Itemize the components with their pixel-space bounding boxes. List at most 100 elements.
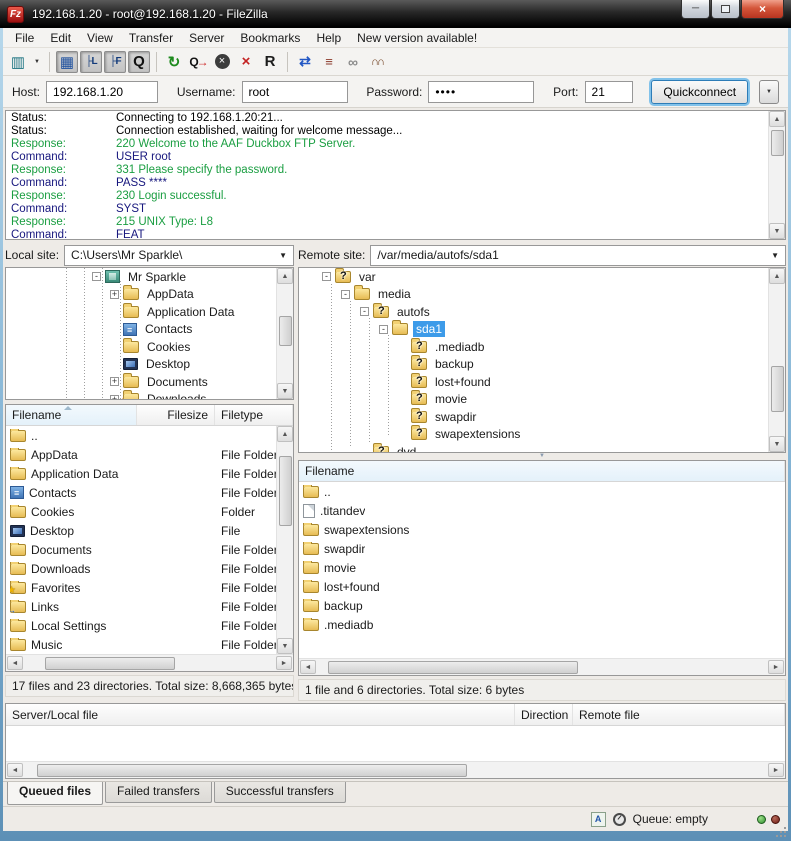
toolbar-button-refresh[interactable]: ↻ xyxy=(163,51,185,73)
scroll-right-icon[interactable]: ► xyxy=(768,660,784,674)
file-row-swapextensions[interactable]: swapextensions xyxy=(299,520,785,539)
local-tree-vscrollbar[interactable]: ▲ ▼ xyxy=(276,268,293,399)
menu-item-file[interactable]: File xyxy=(7,29,42,47)
file-row-application-data[interactable]: Application DataFile Folder xyxy=(6,464,276,483)
scroll-left-icon[interactable]: ◄ xyxy=(7,656,23,670)
file-row-documents[interactable]: DocumentsFile Folder xyxy=(6,540,276,559)
toolbar-button-disconnect[interactable]: × xyxy=(235,51,257,73)
file-row-contacts[interactable]: ContactsFile Folder xyxy=(6,483,276,502)
file-row-appdata[interactable]: AppDataFile Folder xyxy=(6,445,276,464)
file-row-local-settings[interactable]: Local SettingsFile Folder xyxy=(6,616,276,635)
toolbar-button-sync-browsing[interactable]: ∞ xyxy=(342,51,364,73)
tree-node-contacts[interactable]: Contacts xyxy=(6,321,276,339)
collapse-icon[interactable]: - xyxy=(360,307,369,316)
menu-item-view[interactable]: View xyxy=(79,29,121,47)
tree-node-backup[interactable]: backup xyxy=(299,356,768,374)
column-header-server-local-file[interactable]: Server/Local file xyxy=(6,704,515,725)
toolbar-button-site-manager[interactable]: ▥ xyxy=(7,51,29,73)
site-manager-dropdown[interactable]: ▼ xyxy=(31,51,43,73)
restore-button[interactable] xyxy=(711,0,740,19)
file-row-cookies[interactable]: CookiesFolder xyxy=(6,502,276,521)
file-row-[interactable]: .. xyxy=(6,426,276,445)
speed-limit-icon[interactable] xyxy=(613,813,626,826)
tree-node-dvd[interactable]: dvd xyxy=(299,443,768,452)
file-row-movie[interactable]: movie xyxy=(299,558,785,577)
file-row-mediadb[interactable]: .mediadb xyxy=(299,615,785,634)
tree-node-media[interactable]: -media xyxy=(299,286,768,304)
menu-item-new-version-available[interactable]: New version available! xyxy=(349,29,485,47)
host-input[interactable] xyxy=(46,81,158,103)
toolbar-button-toggle-queue[interactable]: Q xyxy=(128,51,150,73)
scrollbar-thumb[interactable] xyxy=(279,456,292,526)
scrollbar-thumb[interactable] xyxy=(37,764,467,777)
collapse-icon[interactable]: - xyxy=(379,325,388,334)
tree-node-mr-sparkle[interactable]: -Mr Sparkle xyxy=(6,268,276,286)
toolbar-button-find-files[interactable]: ∩∩ xyxy=(366,51,388,73)
file-row-music[interactable]: MusicFile Folder xyxy=(6,635,276,654)
tab-queued-files[interactable]: Queued files xyxy=(7,782,103,805)
local-list-hscrollbar[interactable]: ◄ ► xyxy=(6,654,293,671)
scroll-down-icon[interactable]: ▼ xyxy=(769,436,785,452)
file-row-downloads[interactable]: DownloadsFile Folder xyxy=(6,559,276,578)
port-input[interactable] xyxy=(585,81,633,103)
tree-node-swapdir[interactable]: swapdir xyxy=(299,408,768,426)
remote-site-combobox[interactable]: /var/media/autofs/sda1 ▼ xyxy=(370,245,786,266)
tree-node-documents[interactable]: +Documents xyxy=(6,373,276,391)
transfer-type-icon[interactable]: A xyxy=(591,812,606,827)
toolbar-button-toggle-log[interactable]: ▦ xyxy=(56,51,78,73)
menu-item-help[interactable]: Help xyxy=(308,29,349,47)
tree-node-swapextensions[interactable]: swapextensions xyxy=(299,426,768,444)
file-row-titandev[interactable]: .titandev xyxy=(299,501,785,520)
remote-tree-vscrollbar[interactable]: ▲ ▼ xyxy=(768,268,785,452)
file-row-links[interactable]: LinksFile Folder xyxy=(6,597,276,616)
column-header-filesize[interactable]: Filesize xyxy=(137,405,215,425)
remote-splitter[interactable]: ▼ xyxy=(298,453,786,460)
scrollbar-thumb[interactable] xyxy=(279,316,292,346)
column-header-direction[interactable]: Direction xyxy=(515,704,573,725)
expand-icon[interactable]: + xyxy=(110,290,119,299)
queue-hscrollbar[interactable]: ◄ ► xyxy=(6,761,785,778)
tab-successful-transfers[interactable]: Successful transfers xyxy=(214,782,346,803)
tree-node-appdata[interactable]: +AppData xyxy=(6,286,276,304)
collapse-icon[interactable]: - xyxy=(322,272,331,281)
expand-icon[interactable]: + xyxy=(110,395,119,399)
local-list-vscrollbar[interactable]: ▲ ▼ xyxy=(276,426,293,654)
quickconnect-button[interactable]: Quickconnect xyxy=(651,80,748,104)
toolbar-button-toggle-local-tree[interactable]: ├L xyxy=(80,51,102,73)
resize-grip[interactable] xyxy=(784,827,786,829)
scroll-up-icon[interactable]: ▲ xyxy=(277,426,293,442)
tree-node-lost-found[interactable]: lost+found xyxy=(299,373,768,391)
tree-node-var[interactable]: -var xyxy=(299,268,768,286)
column-header-remote-file[interactable]: Remote file xyxy=(573,704,785,725)
tree-node-mediadb[interactable]: .mediadb xyxy=(299,338,768,356)
file-row-lost-found[interactable]: lost+found xyxy=(299,577,785,596)
column-header-filetype[interactable]: Filetype xyxy=(215,405,293,425)
tree-node-desktop[interactable]: Desktop xyxy=(6,356,276,374)
toolbar-button-toggle-remote-tree[interactable]: ├F xyxy=(104,51,126,73)
scroll-up-icon[interactable]: ▲ xyxy=(277,268,293,284)
tree-node-cookies[interactable]: Cookies xyxy=(6,338,276,356)
toolbar-button-process-queue[interactable]: Q→ xyxy=(187,51,209,73)
scroll-right-icon[interactable]: ► xyxy=(276,656,292,670)
scroll-right-icon[interactable]: ► xyxy=(768,763,784,777)
tree-node-movie[interactable]: movie xyxy=(299,391,768,409)
close-button[interactable]: × xyxy=(741,0,784,19)
minimize-button[interactable]: ─ xyxy=(681,0,710,19)
toolbar-button-reconnect[interactable]: R xyxy=(259,51,281,73)
tree-node-application-data[interactable]: Application Data xyxy=(6,303,276,321)
column-header-filename[interactable]: Filename xyxy=(299,461,785,481)
scroll-down-icon[interactable]: ▼ xyxy=(769,223,785,239)
column-header-filename[interactable]: Filename xyxy=(6,405,137,425)
collapse-icon[interactable]: - xyxy=(92,272,101,281)
collapse-icon[interactable]: - xyxy=(341,290,350,299)
message-log-vscrollbar[interactable]: ▲ ▼ xyxy=(768,111,785,239)
menu-item-transfer[interactable]: Transfer xyxy=(121,29,181,47)
expand-icon[interactable]: + xyxy=(110,377,119,386)
toolbar-button-speed-limits[interactable]: ⇄ xyxy=(294,51,316,73)
file-row-desktop[interactable]: DesktopFile xyxy=(6,521,276,540)
username-input[interactable] xyxy=(242,81,348,103)
title-bar[interactable]: Fz 192.168.1.20 - root@192.168.1.20 - Fi… xyxy=(0,0,791,28)
scrollbar-thumb[interactable] xyxy=(328,661,578,674)
tab-failed-transfers[interactable]: Failed transfers xyxy=(105,782,212,803)
menu-item-edit[interactable]: Edit xyxy=(42,29,79,47)
